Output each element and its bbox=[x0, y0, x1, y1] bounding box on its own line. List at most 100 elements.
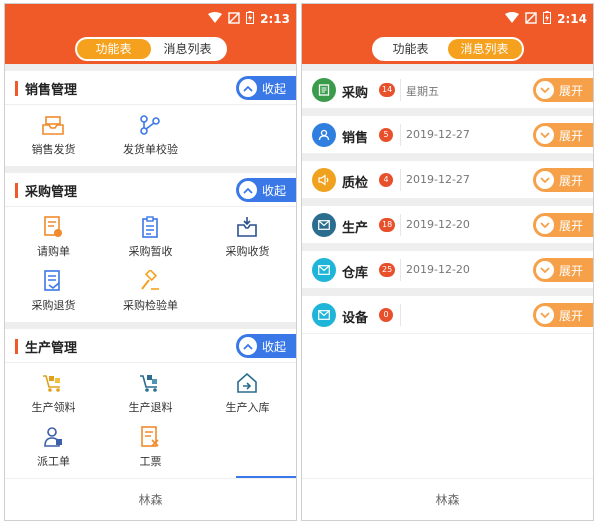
function-production-picking[interactable]: 生产领料 bbox=[5, 366, 102, 420]
cart-return-icon bbox=[137, 371, 163, 395]
function-production-warehousing[interactable]: 生产入库 bbox=[199, 366, 296, 420]
message-row-warehouse[interactable]: 仓库 25 2019-12-20 展开 bbox=[302, 251, 593, 289]
footer-user-name: 林森 bbox=[302, 478, 593, 520]
section-title: 销售管理 bbox=[25, 83, 78, 98]
wifi-icon bbox=[505, 11, 520, 27]
function-purchase-receive[interactable]: 采购收货 bbox=[199, 210, 296, 264]
message-row-production[interactable]: 生产 18 2019-12-20 展开 bbox=[302, 206, 593, 244]
footer-user-name: 林森 bbox=[5, 478, 296, 520]
separator bbox=[400, 79, 401, 101]
app-header: 2:14 功能表 消息列表 bbox=[302, 4, 593, 64]
hammer-icon bbox=[137, 269, 163, 293]
section-header-sales: 销售管理 收起 bbox=[5, 71, 296, 105]
message-row-quality[interactable]: 质检 4 2019-12-27 展开 bbox=[302, 161, 593, 199]
separator bbox=[400, 214, 401, 236]
tray-box-icon bbox=[40, 113, 66, 137]
ticket-icon bbox=[137, 425, 163, 449]
divider bbox=[302, 154, 593, 161]
function-label: 采购退货 bbox=[31, 299, 76, 312]
function-label: 生产退料 bbox=[128, 401, 173, 414]
separator bbox=[400, 259, 401, 281]
tab-function-list[interactable]: 功能表 bbox=[374, 39, 448, 59]
chevron-down-icon bbox=[536, 126, 554, 144]
chevron-down-icon bbox=[536, 171, 554, 189]
separator bbox=[400, 304, 401, 326]
status-time: 2:13 bbox=[260, 12, 290, 26]
function-panel: 销售管理 收起 销售发货 发货单校验 采购管理 收起 请购单 采购暂收 采购收货… bbox=[5, 64, 296, 478]
worker-icon bbox=[40, 425, 66, 449]
collapse-label: 收起 bbox=[262, 339, 287, 354]
function-grid: 请购单 采购暂收 采购收货 采购退货 采购检验单 bbox=[5, 207, 296, 322]
status-bar: 2:13 bbox=[208, 11, 290, 27]
tab-switcher: 功能表 消息列表 bbox=[371, 37, 524, 61]
right-phone-screen: 2:14 功能表 消息列表 采购 14 星期五 展开 销售 5 2019-12-… bbox=[301, 3, 594, 521]
status-bar: 2:14 bbox=[505, 11, 587, 27]
house-in-icon bbox=[234, 371, 260, 395]
wifi-icon bbox=[208, 11, 223, 27]
tab-message-list[interactable]: 消息列表 bbox=[151, 39, 225, 59]
message-category: 设备 bbox=[342, 311, 369, 326]
clipboard-icon bbox=[137, 215, 163, 239]
left-phone-screen: 2:13 功能表 消息列表 销售管理 收起 销售发货 发货单校验 采购管理 收起… bbox=[4, 3, 297, 521]
app-header: 2:13 功能表 消息列表 bbox=[5, 4, 296, 64]
function-purchase-request[interactable]: 请购单 bbox=[5, 210, 102, 264]
separator bbox=[400, 124, 401, 146]
function-purchase-return[interactable]: 采购退货 bbox=[5, 264, 102, 318]
expand-label: 展开 bbox=[559, 308, 584, 323]
expand-label: 展开 bbox=[559, 173, 584, 188]
function-purchase-inspection[interactable]: 采购检验单 bbox=[102, 264, 199, 318]
inbox-receive-icon bbox=[234, 215, 260, 239]
function-label: 生产入库 bbox=[225, 401, 270, 414]
expand-button[interactable]: 展开 bbox=[533, 78, 593, 102]
message-row-purchase[interactable]: 采购 14 星期五 展开 bbox=[302, 71, 593, 109]
function-label: 采购暂收 bbox=[128, 245, 173, 258]
chevron-up-icon bbox=[239, 181, 257, 199]
function-sales-delivery[interactable]: 销售发货 bbox=[5, 108, 102, 162]
collapse-button[interactable]: 收起 bbox=[236, 178, 296, 202]
divider bbox=[302, 109, 593, 116]
separator bbox=[400, 169, 401, 191]
chevron-down-icon bbox=[536, 261, 554, 279]
unread-badge: 14 bbox=[379, 83, 396, 97]
message-row-sales[interactable]: 销售 5 2019-12-27 展开 bbox=[302, 116, 593, 154]
user-icon bbox=[312, 123, 336, 147]
message-date: 星期五 bbox=[406, 85, 439, 98]
function-grid: 销售发货 发货单校验 bbox=[5, 105, 296, 166]
expand-label: 展开 bbox=[559, 218, 584, 233]
function-dispatch-order[interactable]: 派工单 bbox=[5, 420, 102, 474]
function-label: 销售发货 bbox=[31, 143, 76, 156]
expand-label: 展开 bbox=[559, 83, 584, 98]
battery-icon bbox=[543, 11, 552, 27]
collapse-button[interactable]: 收起 bbox=[236, 334, 296, 358]
message-category: 采购 bbox=[342, 86, 369, 101]
function-purchase-temp-receive[interactable]: 采购暂收 bbox=[102, 210, 199, 264]
status-time: 2:14 bbox=[557, 12, 587, 26]
section-accent bbox=[15, 339, 18, 354]
expand-button[interactable]: 展开 bbox=[533, 213, 593, 237]
function-production-return[interactable]: 生产退料 bbox=[102, 366, 199, 420]
collapse-button[interactable]: 收起 bbox=[236, 76, 296, 100]
function-label: 派工单 bbox=[36, 455, 70, 468]
message-list: 采购 14 星期五 展开 销售 5 2019-12-27 展开 质检 4 201… bbox=[302, 64, 593, 334]
section-accent bbox=[15, 81, 18, 96]
expand-label: 展开 bbox=[559, 128, 584, 143]
function-delivery-check[interactable]: 发货单校验 bbox=[102, 108, 199, 162]
function-work-ticket[interactable]: 工票 bbox=[102, 420, 199, 474]
message-category: 仓库 bbox=[342, 266, 369, 281]
expand-button[interactable]: 展开 bbox=[533, 168, 593, 192]
expand-button[interactable]: 展开 bbox=[533, 123, 593, 147]
section-title: 生产管理 bbox=[25, 341, 78, 356]
expand-button[interactable]: 展开 bbox=[533, 258, 593, 282]
unread-badge: 4 bbox=[379, 173, 393, 187]
function-label: 采购收货 bbox=[225, 245, 270, 258]
return-doc-icon bbox=[40, 269, 66, 293]
message-category: 生产 bbox=[342, 221, 369, 236]
chevron-down-icon bbox=[536, 216, 554, 234]
tab-function-list[interactable]: 功能表 bbox=[76, 39, 151, 59]
expand-button[interactable]: 展开 bbox=[533, 303, 593, 327]
tab-switcher: 功能表 消息列表 bbox=[74, 37, 227, 61]
chevron-up-icon bbox=[239, 337, 257, 355]
message-row-equipment[interactable]: 设备 0 展开 bbox=[302, 296, 593, 334]
divider bbox=[302, 244, 593, 251]
tab-message-list[interactable]: 消息列表 bbox=[447, 39, 522, 59]
